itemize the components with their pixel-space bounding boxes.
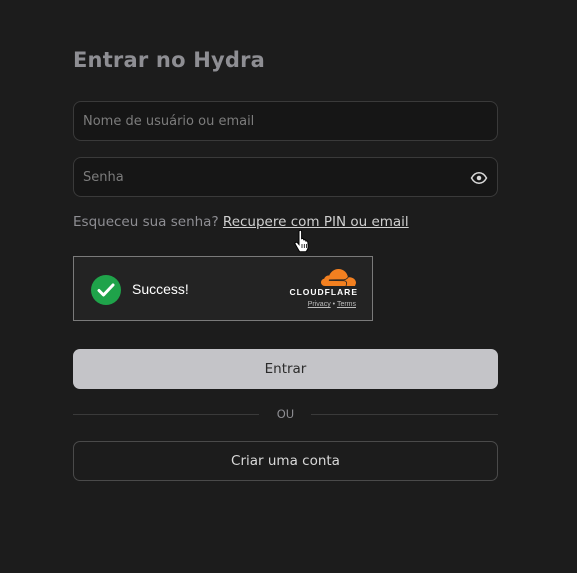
divider-line-right: [311, 414, 498, 415]
login-button[interactable]: Entrar: [73, 349, 498, 389]
page-title: Entrar no Hydra: [73, 48, 266, 72]
captcha-links: Privacy • Terms: [308, 301, 356, 308]
username-input[interactable]: [74, 102, 497, 140]
create-account-button[interactable]: Criar uma conta: [73, 441, 498, 481]
username-field-wrapper: [73, 101, 498, 141]
check-icon: [91, 275, 121, 305]
captcha-status: Success!: [132, 281, 189, 297]
or-divider: OU: [73, 406, 498, 422]
password-field-wrapper: [73, 157, 498, 197]
forgot-password: Esqueceu sua senha? Recupere com PIN ou …: [73, 214, 409, 230]
terms-link[interactable]: Terms: [337, 301, 356, 308]
privacy-link[interactable]: Privacy: [308, 301, 331, 308]
cloudflare-logo-icon: [320, 268, 358, 288]
forgot-password-prefix: Esqueceu sua senha?: [73, 214, 219, 230]
hand-pointer-cursor: [294, 229, 310, 253]
eye-icon[interactable]: [470, 169, 488, 187]
captcha-widget[interactable]: Success! CLOUDFLARE Privacy • Terms: [73, 256, 373, 321]
cloudflare-wordmark: CLOUDFLARE: [289, 287, 358, 297]
link-separator: •: [332, 301, 336, 308]
password-input[interactable]: [74, 158, 497, 196]
page: Entrar no Hydra Esqueceu sua senha? Recu…: [0, 0, 577, 573]
recover-password-link[interactable]: Recupere com PIN ou email: [223, 214, 409, 230]
